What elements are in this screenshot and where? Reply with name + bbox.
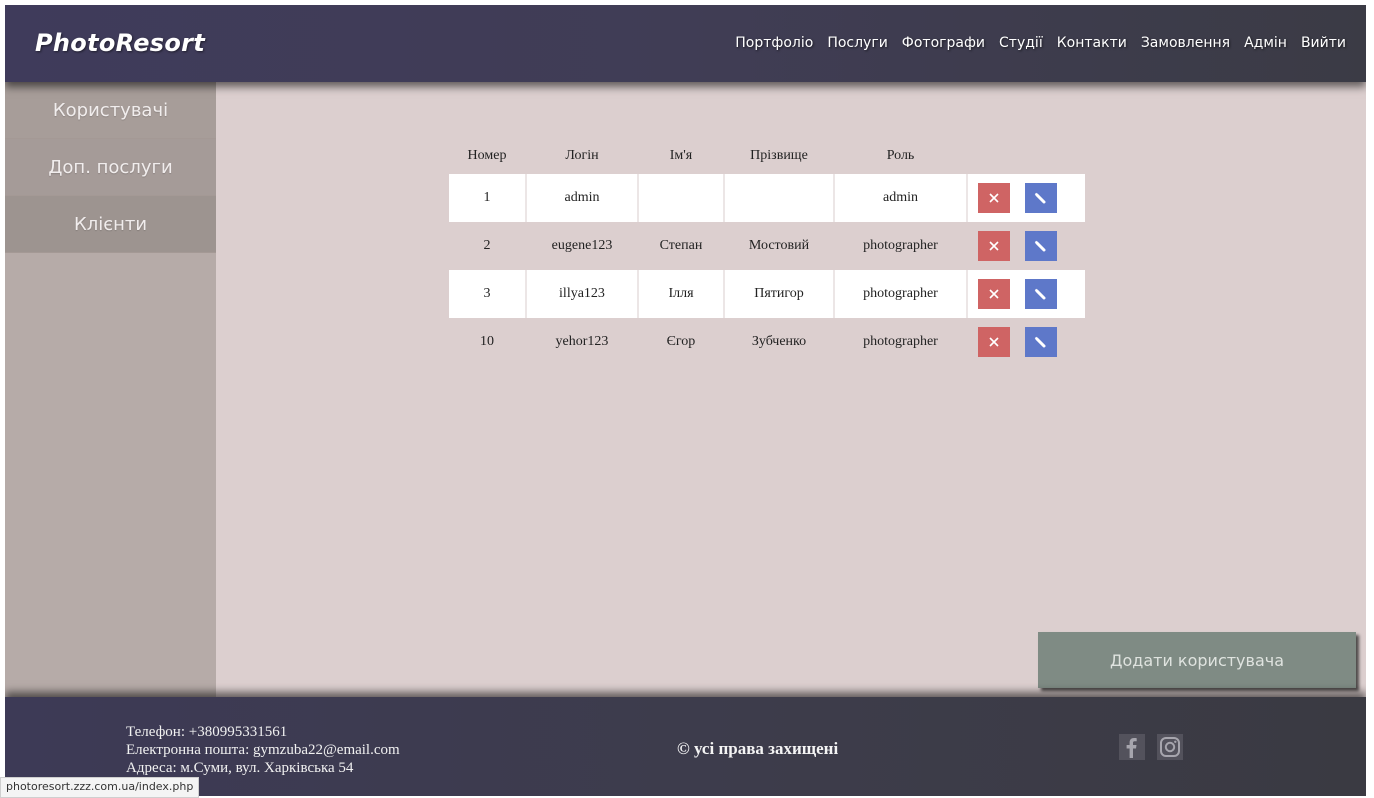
cell-login: illya123 bbox=[525, 270, 637, 318]
pencil-icon bbox=[1034, 192, 1046, 204]
cell-last-name: Зубченко bbox=[751, 334, 807, 349]
column-header-number: Номер bbox=[467, 148, 507, 163]
close-icon bbox=[989, 289, 999, 299]
cell-actions bbox=[966, 318, 1085, 366]
cell-first-name: Степан bbox=[659, 238, 703, 253]
status-bar-url: photoresort.zzz.com.ua/index.php bbox=[0, 777, 200, 798]
cell-first-name: Єгор bbox=[666, 334, 696, 349]
cell-actions bbox=[966, 270, 1085, 318]
cell-last-name bbox=[723, 174, 833, 222]
column-header-first-name: Ім'я bbox=[669, 148, 693, 163]
sidebar: Користувачі Доп. послуги Клієнти bbox=[5, 82, 216, 697]
edit-user-button[interactable] bbox=[1025, 231, 1057, 261]
delete-user-button[interactable] bbox=[978, 183, 1010, 213]
close-icon bbox=[989, 241, 999, 251]
contact-email: Електронна пошта: gymzuba22@email.com bbox=[126, 742, 400, 758]
users-table: Номер Логін Ім'я Прізвище Роль 1 admin a… bbox=[449, 138, 1085, 366]
header: PhotoResort Портфоліо Послуги Фотографи … bbox=[5, 5, 1366, 82]
nav-studios[interactable]: Студії bbox=[999, 35, 1043, 51]
facebook-icon[interactable] bbox=[1118, 733, 1146, 761]
column-header-role: Роль bbox=[886, 148, 915, 163]
nav-admin[interactable]: Адмін bbox=[1244, 35, 1287, 51]
table-row: 1 admin admin bbox=[449, 174, 1085, 222]
page: PhotoResort Портфоліо Послуги Фотографи … bbox=[5, 5, 1366, 796]
social-links bbox=[1118, 733, 1184, 761]
copyright: © усі права захищені bbox=[677, 739, 839, 758]
instagram-icon[interactable] bbox=[1156, 733, 1184, 761]
pencil-icon bbox=[1034, 288, 1046, 300]
sidebar-item-clients[interactable]: Клієнти bbox=[5, 196, 216, 253]
column-header-login: Логін bbox=[565, 148, 599, 163]
table-header-row: Номер Логін Ім'я Прізвище Роль bbox=[449, 138, 1085, 174]
edit-user-button[interactable] bbox=[1025, 327, 1057, 357]
sidebar-item-users[interactable]: Користувачі bbox=[5, 82, 216, 139]
add-user-button[interactable]: Додати користувача bbox=[1038, 632, 1356, 688]
nav-orders[interactable]: Замовлення bbox=[1141, 35, 1230, 51]
cell-role: admin bbox=[833, 174, 966, 222]
table-row: 2 eugene123 Степан Мостовий photographer bbox=[449, 222, 1085, 270]
main-nav: Портфоліо Послуги Фотографи Студії Конта… bbox=[735, 35, 1346, 51]
close-icon bbox=[989, 337, 999, 347]
cell-actions bbox=[966, 222, 1085, 270]
cell-login: admin bbox=[525, 174, 637, 222]
nav-portfolio[interactable]: Портфоліо bbox=[735, 35, 813, 51]
nav-logout[interactable]: Вийти bbox=[1301, 35, 1346, 51]
cell-login: yehor123 bbox=[555, 334, 609, 349]
contact-info: Телефон: +380995331561 Електронна пошта:… bbox=[126, 723, 400, 777]
pencil-icon bbox=[1034, 240, 1046, 252]
close-icon bbox=[989, 193, 999, 203]
table-row: 3 illya123 Ілля Пятигор photographer bbox=[449, 270, 1085, 318]
contact-address: Адреса: м.Суми, вул. Харківська 54 bbox=[126, 760, 354, 776]
edit-user-button[interactable] bbox=[1025, 183, 1057, 213]
cell-first-name bbox=[637, 174, 723, 222]
cell-actions bbox=[966, 174, 1085, 222]
footer: Телефон: +380995331561 Електронна пошта:… bbox=[5, 697, 1366, 796]
main-content: Номер Логін Ім'я Прізвище Роль 1 admin a… bbox=[216, 82, 1366, 697]
nav-services[interactable]: Послуги bbox=[827, 35, 887, 51]
sidebar-item-extra-services[interactable]: Доп. послуги bbox=[5, 139, 216, 196]
logo[interactable]: PhotoResort bbox=[35, 29, 205, 57]
cell-last-name: Пятигор bbox=[723, 270, 833, 318]
contact-phone: Телефон: +380995331561 bbox=[126, 724, 288, 740]
delete-user-button[interactable] bbox=[978, 231, 1010, 261]
cell-login: eugene123 bbox=[551, 238, 613, 253]
cell-role: photographer bbox=[833, 270, 966, 318]
table-row: 10 yehor123 Єгор Зубченко photographer bbox=[449, 318, 1085, 366]
nav-contacts[interactable]: Контакти bbox=[1057, 35, 1127, 51]
cell-number: 10 bbox=[480, 334, 494, 349]
delete-user-button[interactable] bbox=[978, 279, 1010, 309]
edit-user-button[interactable] bbox=[1025, 279, 1057, 309]
cell-number: 2 bbox=[483, 238, 491, 253]
column-header-actions bbox=[966, 138, 1085, 174]
cell-number: 3 bbox=[449, 270, 525, 318]
cell-role: photographer bbox=[863, 334, 938, 349]
nav-photographers[interactable]: Фотографи bbox=[902, 35, 985, 51]
pencil-icon bbox=[1034, 336, 1046, 348]
cell-first-name: Ілля bbox=[637, 270, 723, 318]
cell-role: photographer bbox=[863, 238, 938, 253]
cell-number: 1 bbox=[449, 174, 525, 222]
cell-last-name: Мостовий bbox=[748, 238, 810, 253]
column-header-last-name: Прізвище bbox=[750, 148, 808, 163]
delete-user-button[interactable] bbox=[978, 327, 1010, 357]
